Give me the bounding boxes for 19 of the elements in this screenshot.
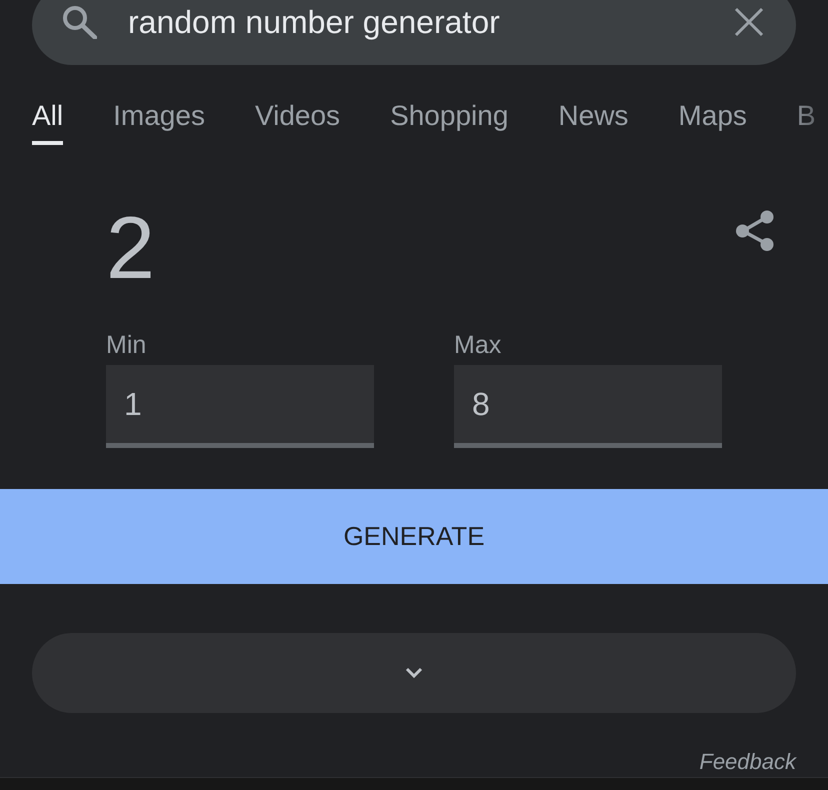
number-field[interactable]: 8 xyxy=(454,365,722,448)
tab[interactable]: Videos xyxy=(254,99,340,145)
generate-button[interactable]: GENERATE xyxy=(0,489,828,584)
result-number: 2 xyxy=(106,204,155,292)
field-label: Min xyxy=(106,331,146,359)
tab[interactable]: B xyxy=(796,99,816,145)
tab[interactable]: Images xyxy=(113,99,205,145)
tab[interactable]: Maps xyxy=(678,99,747,145)
close-icon[interactable] xyxy=(734,6,764,36)
field-label: Max xyxy=(454,331,502,359)
share-icon[interactable] xyxy=(736,210,774,251)
search-field[interactable]: random number generator xyxy=(32,0,796,65)
number-field[interactable]: 1 xyxy=(106,365,374,448)
feedback-link[interactable]: Feedback xyxy=(699,749,796,775)
tab[interactable]: All xyxy=(32,99,64,145)
search-icon xyxy=(62,4,97,38)
tab[interactable]: Shopping xyxy=(390,99,508,145)
chevron-down-icon xyxy=(405,667,423,679)
tab[interactable]: News xyxy=(558,99,628,145)
